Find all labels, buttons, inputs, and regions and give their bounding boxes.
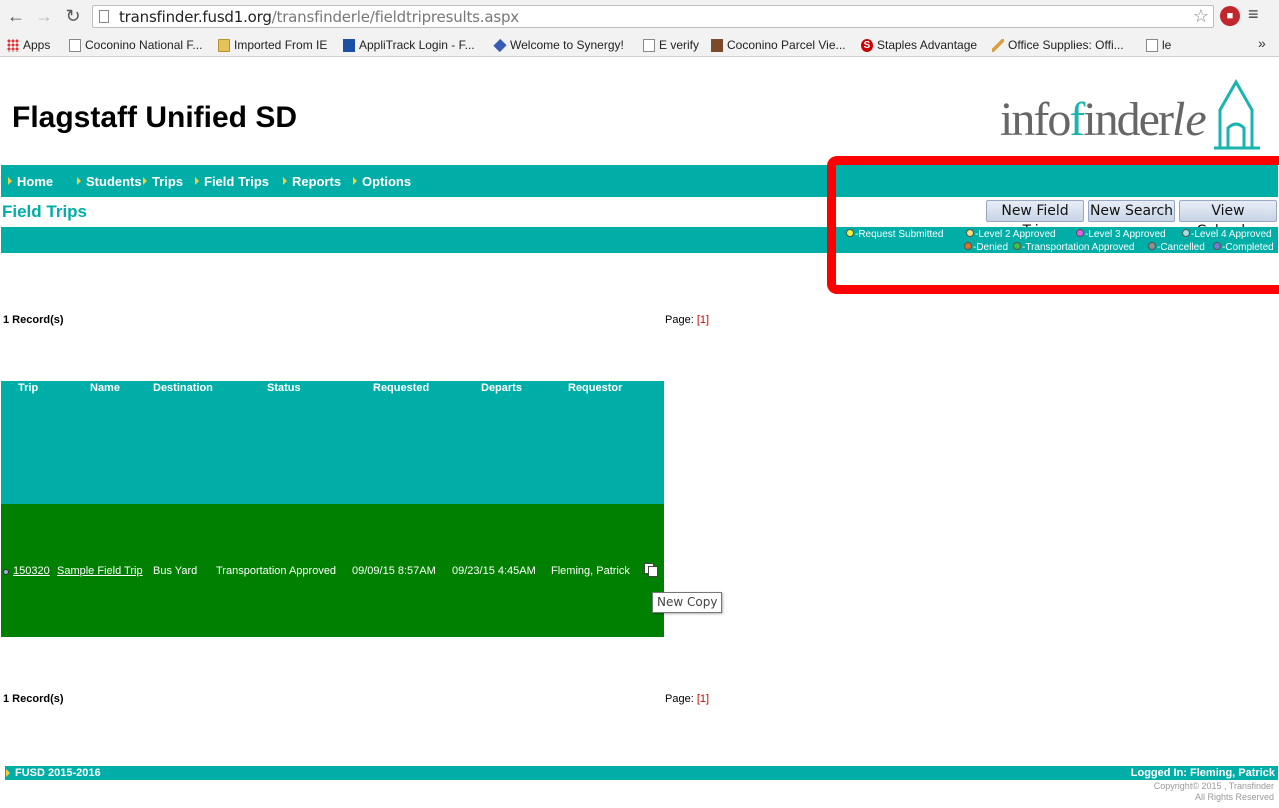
arrow-icon (283, 177, 287, 185)
pencil-icon (992, 38, 1004, 52)
arrow-icon (77, 177, 81, 185)
bookmark-e-verify[interactable]: E verify (643, 36, 699, 54)
stop-extension-icon[interactable]: ■ (1220, 6, 1240, 26)
arrow-icon (8, 177, 12, 185)
address-bar[interactable]: transfinder.fusd1.org/transfinderle/fiel… (92, 5, 1214, 28)
page-title: Field Trips (2, 202, 88, 221)
arrow-icon (143, 177, 147, 185)
bookmark-coconino-parcel[interactable]: Coconino Parcel Vie... (711, 36, 846, 54)
col-destination[interactable]: Destination (153, 382, 213, 394)
bookmarks-overflow-button[interactable]: » (1258, 35, 1266, 51)
infofinder-le-logo: infofinder le (1000, 78, 1262, 156)
arrow-icon (6, 769, 10, 777)
highlight-annotation (827, 156, 1279, 294)
logo-le-text: le (1172, 93, 1207, 146)
copy-icon[interactable] (644, 563, 658, 577)
bookmark-coconino-national[interactable]: Coconino National F... (69, 36, 202, 54)
departs-cell: 09/23/15 4:45AM (452, 565, 536, 577)
url-text: transfinder.fusd1.org/transfinderle/fiel… (119, 8, 519, 26)
arrow-icon (353, 177, 357, 185)
menu-icon[interactable]: ≡ (1248, 4, 1259, 25)
staples-icon: S (861, 38, 873, 52)
destination-cell: Bus Yard (153, 565, 198, 577)
col-status[interactable]: Status (267, 382, 301, 394)
status-cell: Transportation Approved (216, 565, 337, 577)
apps-grid-icon (7, 38, 19, 52)
schoolhouse-icon (1214, 78, 1260, 150)
bookmark-star-icon[interactable]: ☆ (1193, 6, 1209, 27)
nav-field-trips[interactable]: Field Trips (195, 165, 269, 197)
synergy-icon (493, 38, 507, 52)
back-arrow-icon[interactable]: ← (5, 5, 27, 27)
pager: Page: [1] (665, 314, 710, 326)
district-title: Flagstaff Unified SD (12, 101, 298, 134)
arrow-icon (195, 177, 199, 185)
status-dot-icon (3, 569, 9, 575)
col-name[interactable]: Name (90, 382, 120, 394)
bookmark-apps[interactable]: Apps (7, 36, 50, 54)
bookmark-office-supplies[interactable]: Office Supplies: Offi... (992, 36, 1124, 54)
page-icon (69, 38, 81, 52)
page-icon (1146, 38, 1158, 52)
logged-in-user: Logged In: Fleming, Patrick (1130, 767, 1275, 779)
results-table-header: Trip Name Destination Status Requested D… (1, 381, 664, 504)
trip-name-link[interactable]: Sample Field Trip (57, 565, 143, 577)
col-requestor[interactable]: Requestor (568, 382, 622, 394)
copyright-text: Copyright© 2015 , Transfinder (1153, 781, 1274, 791)
bookmark-imported-from-ie[interactable]: Imported From IE (218, 36, 327, 54)
parcel-icon (711, 38, 723, 52)
logo-text: infofinder (1000, 93, 1174, 146)
bookmark-applitrack[interactable]: AppliTrack Login - F... (343, 36, 475, 54)
bookmark-staples[interactable]: S Staples Advantage (861, 36, 977, 54)
col-departs[interactable]: Departs (481, 382, 522, 394)
pager-bottom: Page: [1] (665, 693, 710, 705)
record-count: 1 Record(s) (3, 314, 64, 326)
bookmark-le[interactable]: le (1146, 36, 1171, 54)
requestor-cell: Fleming, Patrick (551, 565, 630, 577)
rights-text: All Rights Reserved (1194, 792, 1274, 802)
trip-number-link[interactable]: 150320 (13, 565, 50, 577)
requested-cell: 09/09/15 8:57AM (352, 565, 436, 577)
record-count-bottom: 1 Record(s) (3, 693, 64, 705)
nav-students[interactable]: Students (77, 165, 142, 197)
page-link[interactable]: [1] (697, 693, 709, 705)
nav-options[interactable]: Options (353, 165, 411, 197)
reload-icon[interactable]: ↻ (62, 5, 84, 27)
page-link[interactable]: [1] (697, 314, 709, 326)
applitrack-icon (343, 38, 355, 52)
nav-home[interactable]: Home (8, 165, 53, 197)
page-icon (99, 10, 109, 23)
table-row[interactable]: 150320 Sample Field Trip Bus Yard Transp… (1, 504, 664, 637)
forward-arrow-icon[interactable]: → (33, 5, 55, 27)
school-year: FUSD 2015-2016 (15, 767, 101, 779)
folder-icon (218, 38, 230, 52)
bookmark-synergy[interactable]: Welcome to Synergy! (493, 36, 624, 54)
col-requested[interactable]: Requested (373, 382, 429, 394)
nav-trips[interactable]: Trips (143, 165, 183, 197)
col-trip[interactable]: Trip (18, 382, 38, 394)
page-icon (643, 38, 655, 52)
nav-reports[interactable]: Reports (283, 165, 341, 197)
new-copy-tooltip: New Copy (652, 592, 723, 613)
footer-bar: FUSD 2015-2016 Logged In: Fleming, Patri… (5, 766, 1278, 780)
